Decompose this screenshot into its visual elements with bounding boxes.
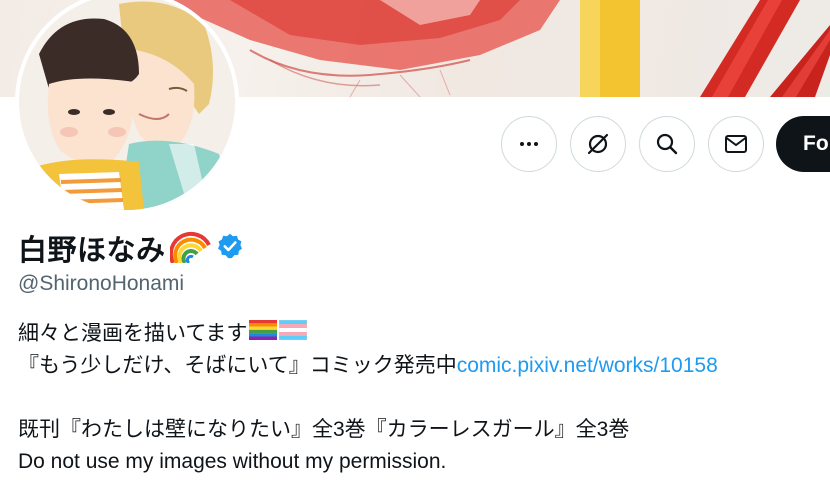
bio-line-2: 『もう少しだけ、そばにいて』コミック発売中 comic.pixiv.net/wor… xyxy=(18,350,718,382)
follow-button[interactable]: Follow xyxy=(776,116,830,172)
bio-spacer xyxy=(18,382,718,414)
rainbow-emoji-icon xyxy=(168,229,212,268)
profile-page: Follow 白野ほなみ @ShironoHonami 細々と漫画を描いてます xyxy=(0,0,830,482)
avatar[interactable] xyxy=(15,0,239,214)
verified-badge-icon[interactable] xyxy=(216,232,244,265)
more-button[interactable] xyxy=(501,116,557,172)
more-icon xyxy=(520,142,538,146)
avatar-illustration xyxy=(19,0,235,210)
rainbow-flag-icon xyxy=(249,318,278,350)
search-icon xyxy=(656,133,678,155)
bio-text: 『もう少しだけ、そばにいて』コミック発売中 xyxy=(18,354,457,377)
bio-line-1: 細々と漫画を描いてます xyxy=(18,318,718,350)
display-name: 白野ほなみ xyxy=(18,235,166,267)
bio-link[interactable]: comic.pixiv.net/works/10158 xyxy=(457,350,718,382)
bio-text: 既刊『わたしは壁になりたい』全3巻『カラーレスガール』全3巻 xyxy=(18,418,630,441)
grok-button[interactable] xyxy=(570,116,626,172)
transgender-flag-icon xyxy=(279,318,308,350)
name-row: 白野ほなみ xyxy=(18,228,244,268)
bio-text: 細々と漫画を描いてます xyxy=(18,322,248,345)
bio-line-3: 既刊『わたしは壁になりたい』全3巻『カラーレスガール』全3巻 xyxy=(18,414,718,446)
handle: @ShironoHonami xyxy=(18,272,185,295)
search-button[interactable] xyxy=(639,116,695,172)
bio-text: Do not use my images without my permissi… xyxy=(18,450,447,473)
mail-icon xyxy=(725,135,747,153)
grok-icon xyxy=(587,133,609,155)
message-button[interactable] xyxy=(708,116,764,172)
bio-line-4: Do not use my images without my permissi… xyxy=(18,446,718,478)
bio: 細々と漫画を描いてます 『もう少しだけ、そばにいて』コミック発売中 comic.… xyxy=(18,318,718,478)
